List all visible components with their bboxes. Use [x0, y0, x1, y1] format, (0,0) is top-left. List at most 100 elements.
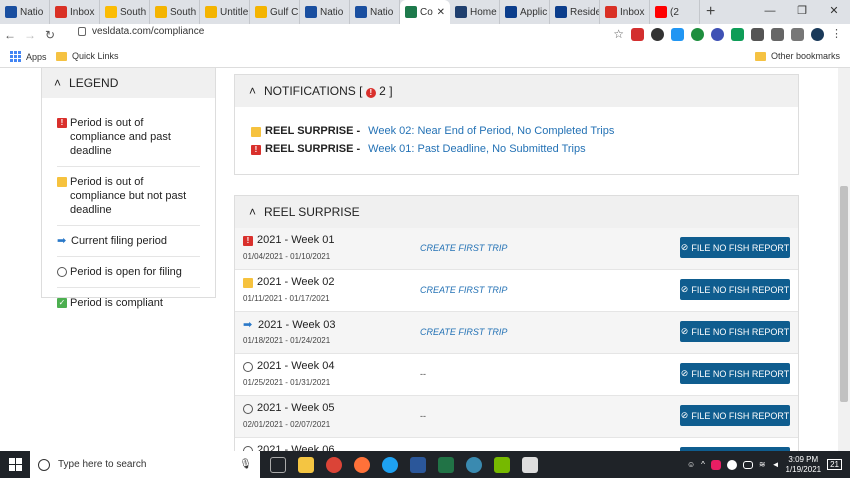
arrow-right-icon: ➡ [57, 235, 67, 247]
close-tab-icon[interactable]: ✕ [437, 7, 445, 18]
url-text[interactable]: vesldata.com/compliance [92, 26, 204, 37]
avatar[interactable] [811, 28, 824, 41]
firefox-icon[interactable] [354, 456, 370, 473]
extension-icon[interactable] [691, 28, 704, 41]
windows-start-icon[interactable] [0, 451, 30, 478]
word-icon[interactable] [410, 456, 426, 473]
page-scrollbar[interactable] [838, 68, 850, 451]
chevron-up-icon: ˄ [249, 84, 257, 98]
week-row: ➡ 2021 - Week 03 01/18/2021 - 01/24/2021 CR… [235, 312, 798, 354]
file-no-fish-report-button[interactable]: ⊘FILE NO FISH REPORT [680, 279, 790, 300]
new-tab-icon[interactable]: + [706, 3, 715, 21]
tab-favicon-icon [455, 6, 467, 18]
browser-tab[interactable]: South [100, 0, 150, 24]
extension-icon[interactable] [751, 28, 764, 41]
globe-icon[interactable] [466, 456, 482, 473]
person-icon[interactable]: ☺ [687, 460, 695, 469]
notification-center-icon[interactable]: 21 [827, 459, 842, 470]
notification-link[interactable]: Week 02: Near End of Period, No Complete… [368, 125, 614, 137]
tab-label: (2 [670, 6, 679, 18]
scrollbar-thumb[interactable] [840, 186, 848, 402]
week-row: 2021 - Week 06⊘FILE NO FISH REPORT [235, 438, 798, 451]
extension-icon[interactable] [631, 28, 644, 41]
legend-item-text: Current filing period [71, 235, 167, 247]
menu-icon[interactable]: ⋮ [831, 28, 842, 41]
extension-icon[interactable] [711, 28, 724, 41]
excel-icon[interactable] [438, 456, 454, 473]
battery-icon[interactable] [742, 460, 753, 469]
puzzle-icon[interactable] [771, 28, 784, 41]
week-dates: 01/11/2021 - 01/17/2021 [243, 294, 330, 303]
apps-grid-icon [10, 51, 21, 62]
chrome-icon[interactable] [326, 456, 342, 473]
extension-icon[interactable] [731, 28, 744, 41]
notifications-header[interactable]: ˄ NOTIFICATIONS [ ! 2 ] [235, 75, 798, 107]
week-row: 2021 - Week 04 01/25/2021 - 01/31/2021 -- ⊘… [235, 354, 798, 396]
file-no-fish-report-button[interactable]: ⊘FILE NO FISH REPORT [680, 405, 790, 426]
browser-tab[interactable]: South [150, 0, 200, 24]
maximize-icon[interactable]: ❐ [786, 0, 818, 24]
notification-link[interactable]: Week 01: Past Deadline, No Submitted Tri… [368, 143, 585, 155]
reading-list-icon[interactable] [791, 28, 804, 41]
task-view-icon[interactable] [270, 456, 286, 473]
create-first-trip-link[interactable]: CREATE FIRST TRIP [420, 243, 507, 253]
browser-tab[interactable]: Natio [300, 0, 350, 24]
browser-tab[interactable]: Applic [500, 0, 550, 24]
week-label: 2021 - Week 03 [258, 318, 336, 331]
wifi-icon[interactable]: ≋ [759, 460, 766, 469]
ie-icon[interactable] [382, 456, 398, 473]
other-bookmarks[interactable]: Other bookmarks [754, 51, 840, 61]
button-label: FILE NO FISH REPORT [691, 326, 790, 337]
cloud-icon[interactable] [726, 459, 737, 470]
tab-label: South [120, 6, 147, 18]
back-icon[interactable]: ← [0, 28, 20, 42]
week-title: 2021 - Week 04 [243, 360, 334, 372]
app-icon[interactable] [522, 456, 538, 473]
tab-label: South [170, 6, 197, 18]
browser-tab[interactable]: Inbox [50, 0, 100, 24]
browser-tab[interactable]: Natio [0, 0, 50, 24]
close-window-icon[interactable]: ✕ [818, 0, 850, 24]
notifications-panel: ˄ NOTIFICATIONS [ ! 2 ] REEL SURPRISE - W… [234, 74, 799, 175]
legend-item: ✓ Period is compliant [57, 288, 200, 318]
reload-icon[interactable]: ↻ [40, 28, 60, 42]
vessel-header[interactable]: ˄ REEL SURPRISE [235, 196, 798, 228]
create-first-trip-link[interactable]: CREATE FIRST TRIP [420, 327, 507, 337]
tray-icon[interactable] [710, 459, 721, 470]
browser-tab[interactable]: Natio [350, 0, 400, 24]
browser-tab[interactable]: Reside [550, 0, 600, 24]
star-icon[interactable]: ☆ [613, 28, 624, 41]
clock[interactable]: 3:09 PM 1/19/2021 [786, 455, 822, 475]
window-controls: — ❐ ✕ [754, 0, 850, 24]
create-first-trip-link[interactable]: CREATE FIRST TRIP [420, 285, 507, 295]
tab-favicon-icon [155, 6, 167, 18]
browser-tab[interactable]: Co ✕ [400, 0, 450, 24]
browser-tab[interactable]: (2 [650, 0, 700, 24]
forward-icon[interactable]: → [20, 28, 40, 42]
tab-favicon-icon [105, 6, 117, 18]
legend-header[interactable]: ˄ LEGEND [42, 68, 215, 98]
ban-icon: ⊘ [680, 326, 689, 336]
url-field[interactable]: vesldata.com/compliance [78, 26, 204, 37]
week-label: 2021 - Week 04 [257, 360, 335, 372]
apps-bookmark[interactable]: Apps [10, 51, 47, 62]
browser-tab[interactable]: Gulf C [250, 0, 300, 24]
tab-label: Home [470, 6, 497, 18]
quick-links-bookmark[interactable]: Quick Links [56, 51, 119, 61]
file-no-fish-report-button[interactable]: ⊘FILE NO FISH REPORT [680, 363, 790, 384]
nvidia-icon[interactable] [494, 456, 510, 473]
page-content: ˄ LEGEND ! Period is out of compliance an… [0, 68, 838, 451]
chevron-up-icon[interactable]: ^ [701, 460, 705, 469]
volume-icon[interactable]: ◄ [772, 460, 780, 469]
taskbar-search-input[interactable]: Type here to search 🎙 [30, 451, 260, 478]
minimize-icon[interactable]: — [754, 0, 786, 24]
file-no-fish-report-button[interactable]: ⊘FILE NO FISH REPORT [680, 321, 790, 342]
browser-tab[interactable]: Home [450, 0, 500, 24]
file-explorer-icon[interactable] [298, 456, 314, 473]
microphone-icon[interactable]: 🎙 [239, 459, 252, 470]
extension-icon[interactable] [651, 28, 664, 41]
extension-icon[interactable] [671, 28, 684, 41]
browser-tab[interactable]: Untitle [200, 0, 250, 24]
file-no-fish-report-button[interactable]: ⊘FILE NO FISH REPORT [680, 237, 790, 258]
browser-tab[interactable]: Inbox [600, 0, 650, 24]
